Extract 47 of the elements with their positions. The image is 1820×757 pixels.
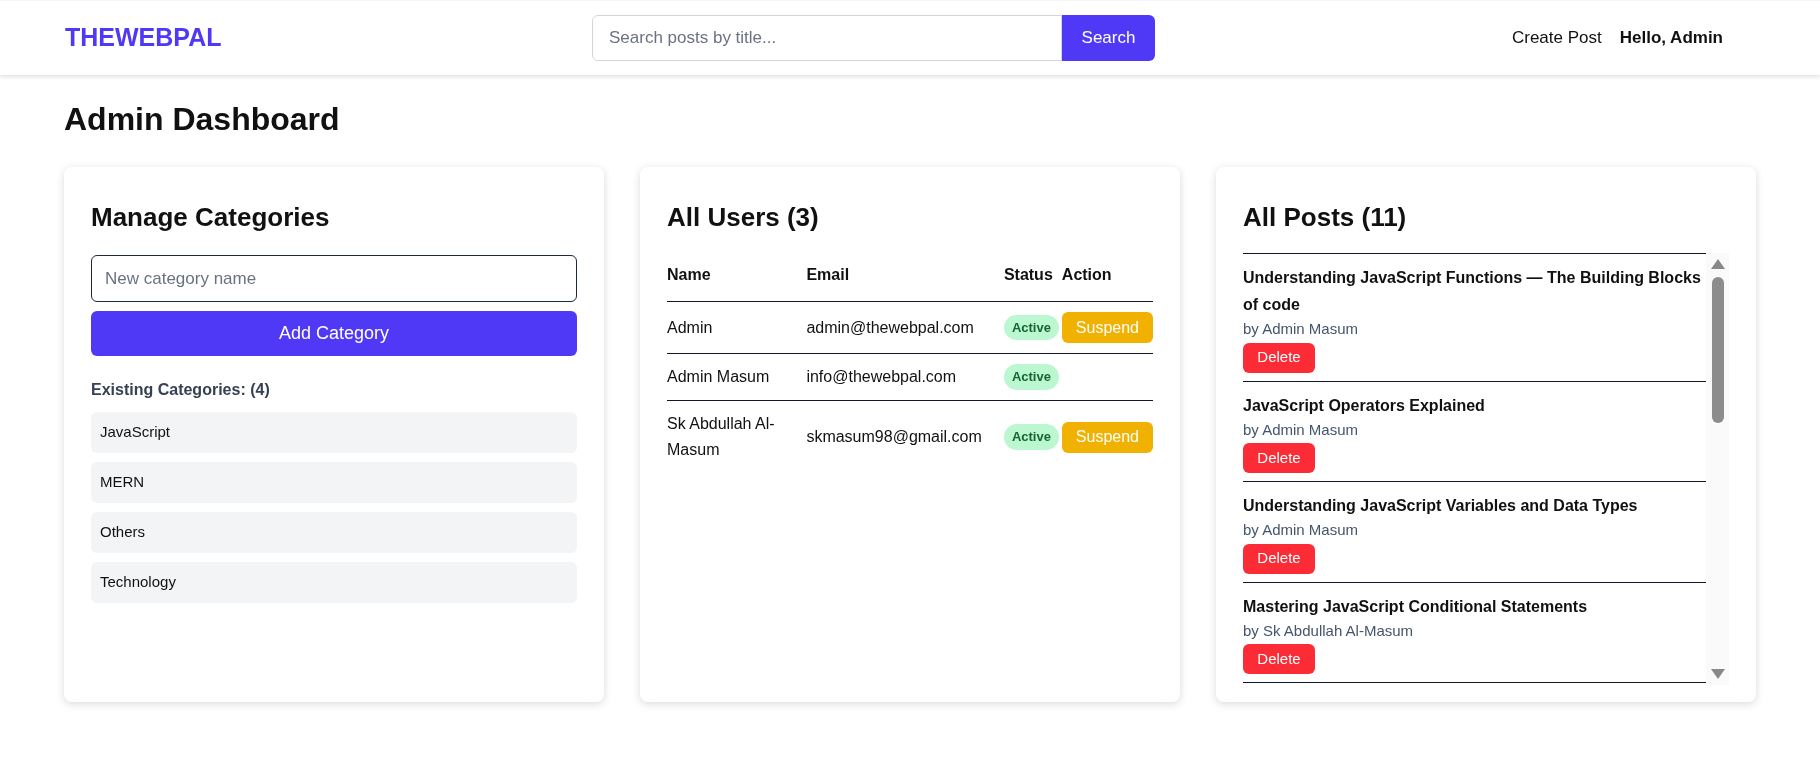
status-badge: Active bbox=[1003, 314, 1059, 341]
delete-button[interactable]: Delete bbox=[1243, 443, 1315, 473]
post-author: by Admin Masum bbox=[1243, 520, 1360, 540]
create-post-link[interactable]: Create Post bbox=[1511, 25, 1602, 51]
post-title: Understanding JavaScript Functions — The Building Blocks of code bbox=[1243, 268, 1702, 315]
scroll-thumb[interactable] bbox=[1711, 277, 1724, 423]
delete-button[interactable]: Delete bbox=[1243, 644, 1315, 674]
column-header: Name bbox=[667, 263, 807, 302]
column-header: Email bbox=[806, 263, 1004, 302]
suspend-button[interactable]: Suspend bbox=[1061, 421, 1153, 453]
delete-button[interactable]: Delete bbox=[1243, 543, 1315, 574]
category-item: JavaScript bbox=[91, 412, 577, 453]
suspend-button[interactable]: Suspend bbox=[1061, 312, 1153, 343]
table-cell: skmasum98@gmail.com bbox=[806, 400, 1004, 473]
add-category-button[interactable]: Add Category bbox=[91, 311, 577, 356]
post-title: JavaScript Operators Explained bbox=[1243, 395, 1486, 416]
post-title: Understanding JavaScript Variables and Data Types bbox=[1243, 496, 1639, 516]
scroll-down-icon[interactable] bbox=[1710, 669, 1725, 679]
delete-button[interactable]: Delete bbox=[1243, 342, 1315, 373]
table-cell: Admin bbox=[667, 301, 807, 354]
category-item: MERN bbox=[91, 462, 577, 503]
search-field[interactable]: Search posts by title... bbox=[592, 15, 1062, 61]
scroll-up-icon[interactable] bbox=[1710, 259, 1725, 269]
category-name-field[interactable]: New category name bbox=[91, 255, 577, 302]
greeting-text: Hello, Admin bbox=[1619, 27, 1723, 50]
existing-categories-label: Existing Categories: (4) bbox=[91, 380, 271, 400]
status-badge: Active bbox=[1003, 424, 1059, 450]
card-title: All Users (3) bbox=[667, 201, 820, 234]
post-author: by Admin Masum bbox=[1243, 319, 1360, 339]
column-header: Action bbox=[1061, 263, 1153, 302]
post-author: by Sk Abdullah Al-Masum bbox=[1243, 620, 1415, 641]
post-author: by Admin Masum bbox=[1243, 419, 1360, 440]
card-title: All Posts (11) bbox=[1243, 201, 1408, 234]
category-item: Technology bbox=[91, 562, 577, 603]
scrollbar[interactable] bbox=[1706, 253, 1729, 685]
table-cell: Sk Abdullah Al-Masum bbox=[667, 400, 807, 473]
search-button[interactable]: Search bbox=[1062, 15, 1155, 61]
category-item: Others bbox=[91, 512, 577, 553]
table-cell: admin@thewebpal.com bbox=[806, 301, 1004, 354]
post-title: Mastering JavaScript Conditional Statements bbox=[1243, 596, 1589, 617]
table-cell: info@thewebpal.com bbox=[806, 353, 1004, 401]
page-title: Admin Dashboard bbox=[64, 100, 341, 139]
table-cell: Admin Masum bbox=[667, 353, 807, 401]
status-badge: Active bbox=[1003, 364, 1059, 390]
column-header: Status bbox=[1003, 263, 1062, 302]
logo[interactable]: THEWEBPAL bbox=[65, 23, 222, 52]
card-title: Manage Categories bbox=[91, 201, 331, 234]
